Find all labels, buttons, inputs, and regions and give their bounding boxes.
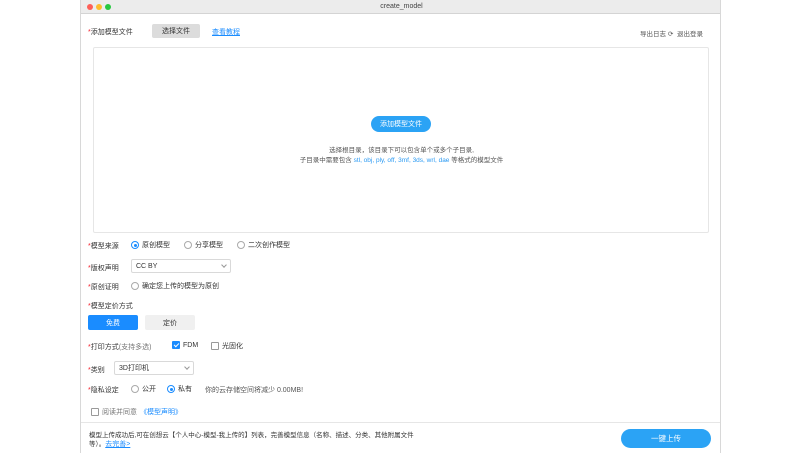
footer-info: 模型上传成功后,可在创想云【个人中心-模型-我上传的】列表，完善模型信息（名称、…: [89, 432, 414, 448]
export-log-button[interactable]: 导出日志 ⟳: [640, 28, 673, 38]
source-label: *模型来源: [88, 243, 119, 250]
add-file-label: *添加模型文件: [88, 29, 133, 36]
original-proof-option[interactable]: 确定您上传的模型为原创: [131, 281, 219, 291]
original-proof-label: *原创证明: [88, 284, 119, 291]
privacy-option-public[interactable]: 公开: [131, 384, 156, 394]
source-option-derivative[interactable]: 二次创作模型: [237, 240, 290, 250]
pricing-free-button[interactable]: 免费: [88, 315, 138, 330]
storage-note: 你的云存储空间将减少 0.00MB!: [205, 387, 304, 394]
title-bar: create_model: [81, 0, 720, 14]
privacy-label: *隐私设定: [88, 387, 119, 394]
radio-selected[interactable]: [167, 385, 175, 393]
app-window: create_model *添加模型文件 选择文件 查看教程 导出日志 ⟳ 退出…: [80, 0, 721, 453]
dropzone-hint-line2: 子目录中需要包含 stl, obj, ply, off, 3mf, 3ds, w…: [299, 157, 504, 164]
supported-formats: stl, obj, ply, off, 3mf, 3ds, wrl, dae: [353, 157, 450, 164]
one-click-upload-button[interactable]: 一键上传: [621, 429, 711, 448]
file-dropzone[interactable]: [93, 47, 709, 233]
agreement-checkbox[interactable]: [91, 408, 99, 416]
print-method-fdm[interactable]: FDM: [172, 341, 198, 349]
window-title: create_model: [380, 3, 423, 10]
radio[interactable]: [131, 385, 139, 393]
privacy-option-private[interactable]: 私有: [167, 384, 192, 394]
category-select[interactable]: 3D打印机: [114, 361, 194, 375]
radio-selected[interactable]: [131, 241, 139, 249]
source-option-shared[interactable]: 分享模型: [184, 240, 223, 250]
radio[interactable]: [184, 241, 192, 249]
radio[interactable]: [131, 282, 139, 290]
complete-info-link[interactable]: 去完善>: [105, 441, 130, 448]
license-select[interactable]: CC BY: [131, 259, 231, 273]
category-label: *类别: [88, 367, 105, 374]
checkbox[interactable]: [211, 342, 219, 350]
tutorial-link[interactable]: 查看教程: [212, 27, 240, 37]
license-label: *版权声明: [88, 265, 119, 272]
logout-button[interactable]: 退出登录: [677, 28, 703, 38]
model-statement-link[interactable]: 《模型声明》: [140, 407, 182, 417]
checkbox-checked[interactable]: [172, 341, 180, 349]
source-option-original[interactable]: 原创模型: [131, 240, 170, 250]
chevron-down-icon: [221, 262, 227, 268]
refresh-icon: ⟳: [667, 31, 674, 38]
chevron-down-icon: [184, 364, 190, 370]
radio[interactable]: [237, 241, 245, 249]
print-method-label: *打印方式(支持多选): [88, 344, 152, 351]
pricing-paid-button[interactable]: 定价: [145, 315, 195, 330]
dropzone-hint-line1: 选择根目录，该目录下可以包含单个或多个子目录,: [329, 147, 474, 154]
footer-bar: 模型上传成功后,可在创想云【个人中心-模型-我上传的】列表，完善模型信息（名称、…: [81, 422, 720, 453]
agreement-checkbox-row[interactable]: 阅读并同意 《模型声明》: [91, 407, 182, 417]
pricing-label: *模型定价方式: [88, 303, 133, 310]
select-file-button[interactable]: 选择文件: [152, 24, 200, 38]
add-model-file-button[interactable]: 添加模型文件: [371, 116, 431, 132]
print-method-resin[interactable]: 光固化: [211, 341, 243, 351]
